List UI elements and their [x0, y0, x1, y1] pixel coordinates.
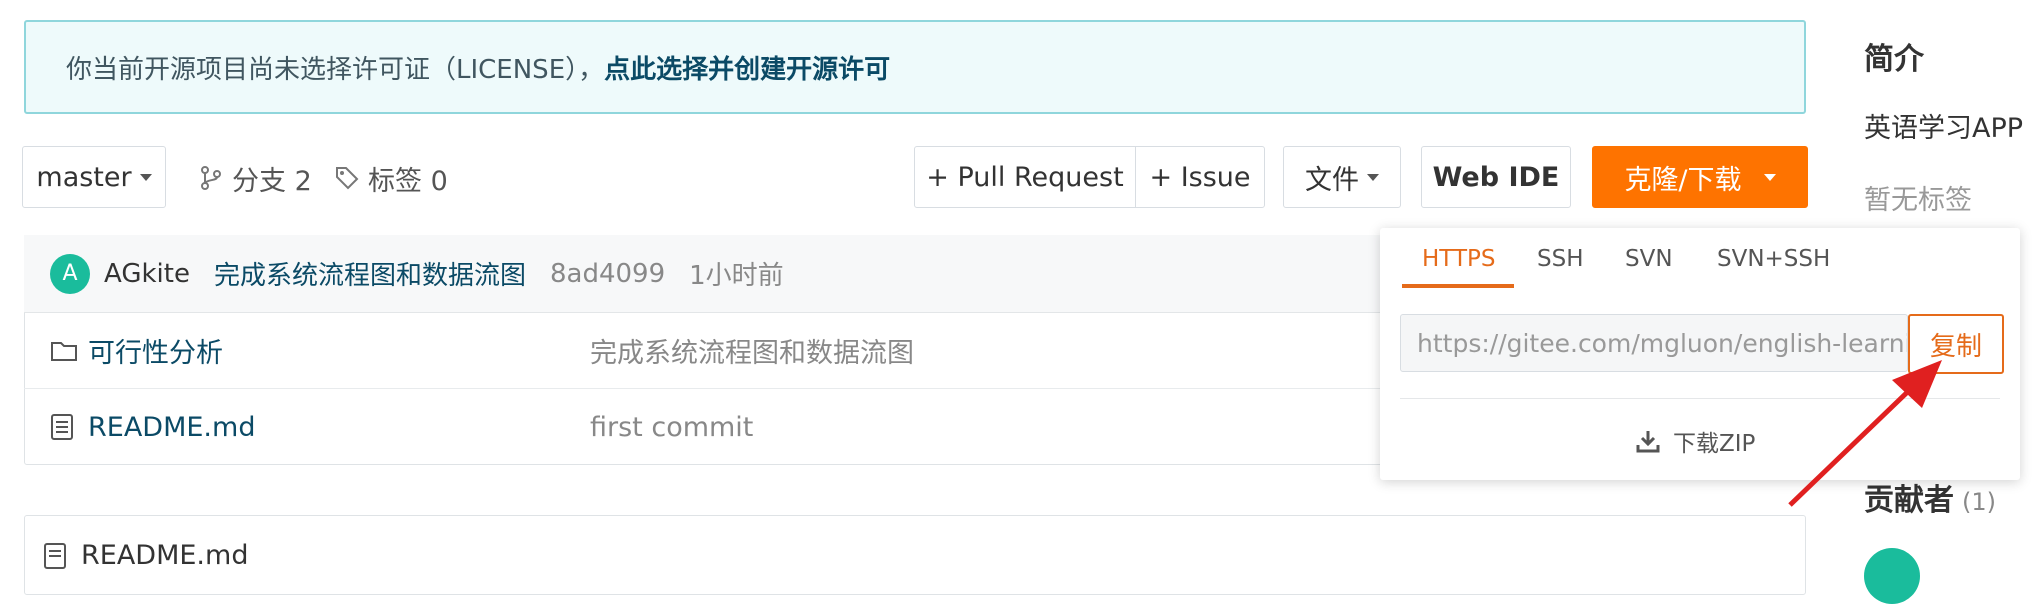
avatar[interactable]: A [50, 253, 90, 294]
clone-download-button[interactable]: 克隆/下载 [1592, 146, 1808, 208]
file-name[interactable]: README.md [88, 412, 255, 443]
tab-svn-ssh[interactable]: SVN+SSH [1717, 246, 1830, 272]
download-zip-button[interactable]: 下载ZIP [1635, 424, 1755, 458]
readme-panel: README.md [24, 515, 1806, 595]
commit-time: 1小时前 [689, 261, 784, 291]
license-banner: 你当前开源项目尚未选择许可证（LICENSE）， 点此选择并创建开源许可 [24, 20, 1806, 114]
file-doc-icon [44, 543, 66, 569]
clone-download-label: 克隆/下载 [1624, 164, 1742, 196]
chevron-down-icon [1367, 173, 1379, 181]
web-ide-label: Web IDE [1432, 161, 1560, 193]
file-commit-message[interactable]: first commit [590, 412, 753, 443]
folder-icon [51, 342, 77, 361]
file-doc-icon [51, 414, 73, 440]
license-banner-text: 你当前开源项目尚未选择许可证（LICENSE）， [66, 54, 605, 85]
branches-link[interactable]: 分支 2 [198, 158, 312, 198]
tab-svn[interactable]: SVN [1625, 246, 1673, 272]
download-zip-label: 下载ZIP [1673, 431, 1756, 457]
commit-author[interactable]: AGkite [104, 259, 190, 289]
avatar[interactable] [1864, 548, 1920, 604]
tag-icon [336, 167, 359, 190]
file-name[interactable]: 可行性分析 [88, 331, 223, 370]
file-menu-button[interactable]: 文件 [1283, 146, 1401, 208]
annotation-arrow [1788, 360, 1942, 507]
branch-selector[interactable]: master [22, 146, 166, 208]
issue-label: + Issue [1149, 161, 1251, 193]
no-tags-text: 暂无标签 [1864, 185, 1972, 216]
chevron-down-icon [1763, 173, 1776, 181]
chevron-down-icon [139, 173, 152, 181]
file-commit-message[interactable]: 完成系统流程图和数据流图 [590, 331, 914, 370]
issue-button[interactable]: + Issue [1135, 146, 1265, 208]
download-icon [1636, 431, 1660, 453]
readme-title: README.md [81, 540, 249, 571]
web-ide-button[interactable]: Web IDE [1421, 146, 1571, 208]
pull-request-label: + Pull Request [926, 161, 1124, 193]
intro-heading: 简介 [1864, 42, 1924, 77]
repo-description: 英语学习APP [1864, 113, 2024, 144]
branch-icon [201, 166, 221, 190]
tags-link[interactable]: 标签 0 [334, 158, 448, 198]
branches-count: 分支 2 [232, 165, 312, 197]
tab-ssh[interactable]: SSH [1537, 246, 1584, 272]
commit-hash[interactable]: 8ad4099 [550, 259, 665, 289]
tags-count: 标签 0 [368, 165, 448, 197]
license-create-link[interactable]: 点此选择并创建开源许可 [604, 49, 890, 86]
file-menu-label: 文件 [1305, 164, 1359, 196]
pull-request-button[interactable]: + Pull Request [914, 146, 1136, 208]
active-tab-indicator [1402, 284, 1514, 288]
branch-name: master [36, 161, 132, 193]
commit-message[interactable]: 完成系统流程图和数据流图 [214, 255, 526, 292]
tab-https[interactable]: HTTPS [1422, 246, 1495, 272]
